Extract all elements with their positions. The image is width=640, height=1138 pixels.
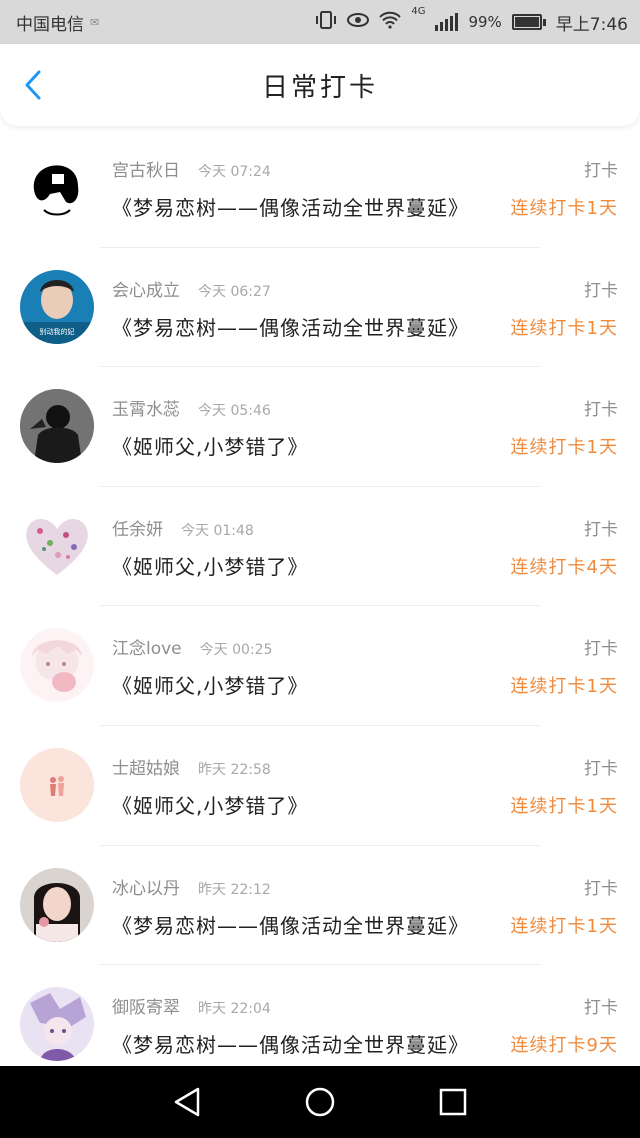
nav-recent-button[interactable] — [433, 1082, 473, 1122]
square-recent-icon — [440, 1088, 467, 1116]
streak-label: 连续打卡1天 — [510, 795, 618, 817]
avatar[interactable] — [20, 747, 94, 822]
streak-label: 连续打卡1天 — [510, 198, 618, 219]
streak-label: 连续打卡1天 — [510, 317, 618, 339]
user-name[interactable]: 玉霄水蕊 — [112, 395, 180, 420]
checkin-time: 今天 01:48 — [181, 522, 254, 539]
book-title[interactable]: 《姬师父,小梦错了》 — [112, 670, 308, 699]
item-meta: 玉霄水蕊 今天 05:46 — [112, 395, 271, 420]
wifi-icon — [379, 11, 402, 34]
user-name[interactable]: 任余妍 — [112, 515, 163, 540]
page-title: 日常打卡 — [261, 72, 378, 103]
book-title[interactable]: 《梦易恋树——偶像活动全世界蔓延》 — [112, 312, 469, 341]
avatar[interactable]: 别动我的妃 — [20, 269, 94, 344]
system-nav-bar — [0, 1066, 640, 1138]
status-right: 4G 99% 早上7:46 — [315, 6, 628, 35]
checkin-link[interactable]: 打卡 — [584, 993, 618, 1018]
checkin-link[interactable]: 打卡 — [584, 754, 618, 779]
list-item[interactable]: 玉霄水蕊 今天 05:46 打卡 《姬师父,小梦错了》 连续打卡1天 — [0, 367, 640, 487]
avatar[interactable] — [20, 867, 94, 942]
list-item[interactable]: 别动我的妃 会心成立 今天 06:27 打卡 《梦易恋树——偶像活动全世界蔓延》… — [0, 248, 640, 368]
streak-label: 连续打卡9天 — [510, 1035, 618, 1057]
avatar[interactable] — [20, 508, 94, 583]
book-title[interactable]: 《梦易恋树——偶像活动全世界蔓延》 — [112, 910, 469, 939]
checkin-time: 昨天 22:04 — [198, 1001, 271, 1018]
checkin-time: 昨天 22:12 — [198, 881, 271, 898]
checkin-link[interactable]: 打卡 — [584, 395, 618, 420]
list-item[interactable]: 御阪寄翠 昨天 22:04 打卡 《梦易恋树——偶像活动全世界蔓延》 连续打卡9… — [0, 965, 640, 1066]
book-title[interactable]: 《姬师父,小梦错了》 — [112, 790, 308, 819]
checkin-link[interactable]: 打卡 — [584, 515, 618, 540]
checkin-link[interactable]: 打卡 — [584, 276, 618, 301]
circle-home-icon — [305, 1087, 335, 1117]
streak-label: 连续打卡4天 — [510, 556, 618, 578]
book-title[interactable]: 《姬师父,小梦错了》 — [112, 551, 308, 580]
item-meta: 会心成立 今天 06:27 — [112, 276, 271, 301]
avatar[interactable] — [20, 150, 94, 224]
avatar-caption: 别动我的妃 — [40, 327, 75, 336]
checkin-time: 昨天 22:58 — [198, 761, 271, 778]
book-title[interactable]: 《梦易恋树——偶像活动全世界蔓延》 — [112, 1029, 469, 1058]
checkin-time: 今天 06:27 — [198, 283, 271, 300]
user-name[interactable]: 冰心以丹 — [112, 874, 180, 899]
network-type-label: 4G — [411, 5, 426, 17]
checkin-time: 今天 05:46 — [198, 403, 271, 420]
checkin-time: 今天 00:25 — [199, 642, 273, 659]
user-name[interactable]: 士超姑娘 — [112, 754, 180, 779]
battery-percent: 99% — [468, 13, 502, 31]
item-meta: 宫古秋日 今天 07:24 — [112, 156, 271, 181]
header: 日常打卡 — [0, 44, 640, 126]
nav-home-button[interactable] — [300, 1082, 340, 1122]
battery-icon — [511, 14, 546, 30]
triangle-back-icon — [174, 1087, 199, 1117]
eye-icon — [347, 12, 370, 33]
list-item[interactable]: 冰心以丹 昨天 22:12 打卡 《梦易恋树——偶像活动全世界蔓延》 连续打卡1… — [0, 846, 640, 966]
vibrate-icon — [315, 10, 337, 34]
list-item[interactable]: 宫古秋日 今天 07:24 打卡 《梦易恋树——偶像活动全世界蔓延》 连续打卡1… — [0, 128, 640, 248]
list-item[interactable]: 江念love 今天 00:25 打卡 《姬师父,小梦错了》 连续打卡1天 — [0, 606, 640, 726]
user-name[interactable]: 宫古秋日 — [112, 156, 180, 181]
avatar[interactable] — [20, 389, 94, 464]
item-meta: 冰心以丹 昨天 22:12 — [112, 874, 271, 899]
streak-label: 连续打卡1天 — [510, 437, 618, 459]
back-arrow-icon — [25, 70, 41, 100]
user-name[interactable]: 御阪寄翠 — [112, 993, 180, 1018]
user-name[interactable]: 会心成立 — [112, 276, 180, 301]
avatar[interactable] — [20, 628, 94, 703]
book-title[interactable]: 《梦易恋树——偶像活动全世界蔓延》 — [112, 192, 469, 221]
nav-back-button[interactable] — [167, 1082, 207, 1122]
checkin-link[interactable]: 打卡 — [584, 156, 618, 181]
checkin-link[interactable]: 打卡 — [584, 634, 618, 659]
item-meta: 江念love 今天 00:25 — [112, 634, 272, 659]
checkin-list: 宫古秋日 今天 07:24 打卡 《梦易恋树——偶像活动全世界蔓延》 连续打卡1… — [0, 128, 640, 1066]
streak-label: 连续打卡1天 — [510, 915, 618, 937]
status-left: 中国电信 ✉ — [16, 10, 99, 35]
book-title[interactable]: 《姬师父,小梦错了》 — [112, 431, 308, 460]
item-meta: 御阪寄翠 昨天 22:04 — [112, 993, 271, 1018]
item-meta: 士超姑娘 昨天 22:58 — [112, 754, 271, 779]
checkin-time: 今天 07:24 — [198, 164, 271, 180]
streak-label: 连续打卡1天 — [510, 676, 618, 698]
signal-icon — [435, 13, 459, 31]
avatar[interactable] — [20, 987, 94, 1062]
back-button[interactable] — [18, 70, 48, 100]
notification-icon: ✉ — [90, 15, 100, 29]
user-name[interactable]: 江念love — [112, 634, 182, 659]
list-item[interactable]: 士超姑娘 昨天 22:58 打卡 《姬师父,小梦错了》 连续打卡1天 — [0, 726, 640, 846]
carrier-label: 中国电信 — [16, 14, 84, 35]
status-bar: 中国电信 ✉ 4G 99% 早上7:46 — [0, 0, 640, 44]
clock: 早上7:46 — [555, 14, 628, 35]
item-meta: 任余妍 今天 01:48 — [112, 515, 254, 540]
checkin-link[interactable]: 打卡 — [584, 874, 618, 899]
list-item[interactable]: 任余妍 今天 01:48 打卡 《姬师父,小梦错了》 连续打卡4天 — [0, 487, 640, 607]
